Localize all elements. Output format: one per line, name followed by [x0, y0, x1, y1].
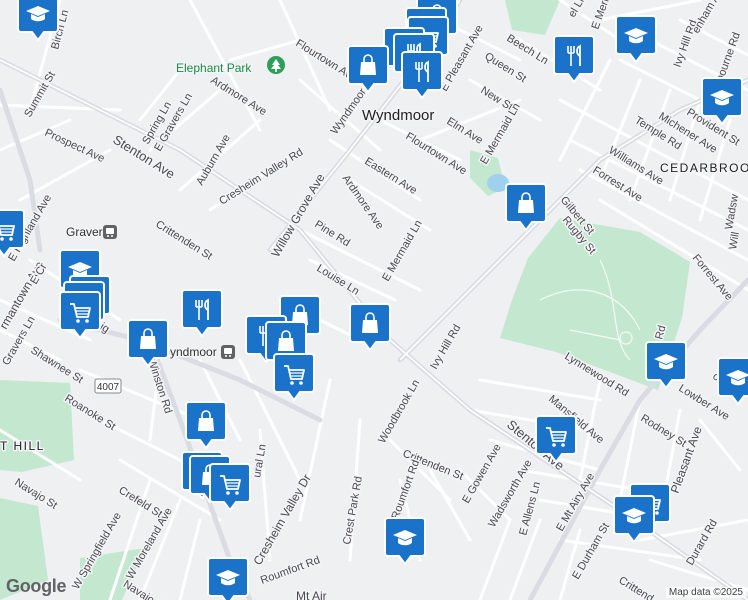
- route-number: 4007: [97, 382, 120, 393]
- place-label-wyndmoor-station: yndmoor: [170, 345, 217, 359]
- tree-icon: [267, 56, 285, 74]
- place-label-cedarbrook: CEDARBROO: [660, 161, 748, 175]
- train-station-icon[interactable]: [103, 225, 117, 239]
- place-label-gravers-station: Gravers: [66, 225, 109, 239]
- google-logo[interactable]: Google: [6, 576, 67, 597]
- train-station-icon[interactable]: [221, 345, 235, 359]
- place-label-wyndmoor: Wyndmoor: [362, 107, 434, 124]
- park-chestnut-hill: [0, 380, 74, 472]
- place-label-chestnut-hill: T HILL: [0, 439, 45, 453]
- map-canvas[interactable]: Birch Ln Summit St Prospect Ave Spring L…: [0, 0, 748, 600]
- map-attribution[interactable]: Map data ©2025: [665, 587, 746, 598]
- place-label-elephant-park: Elephant Park: [176, 61, 252, 75]
- route-shield: 4007: [94, 378, 122, 394]
- street-label: Mt Air: [296, 589, 327, 600]
- school-marker-southwest[interactable]: [207, 557, 249, 600]
